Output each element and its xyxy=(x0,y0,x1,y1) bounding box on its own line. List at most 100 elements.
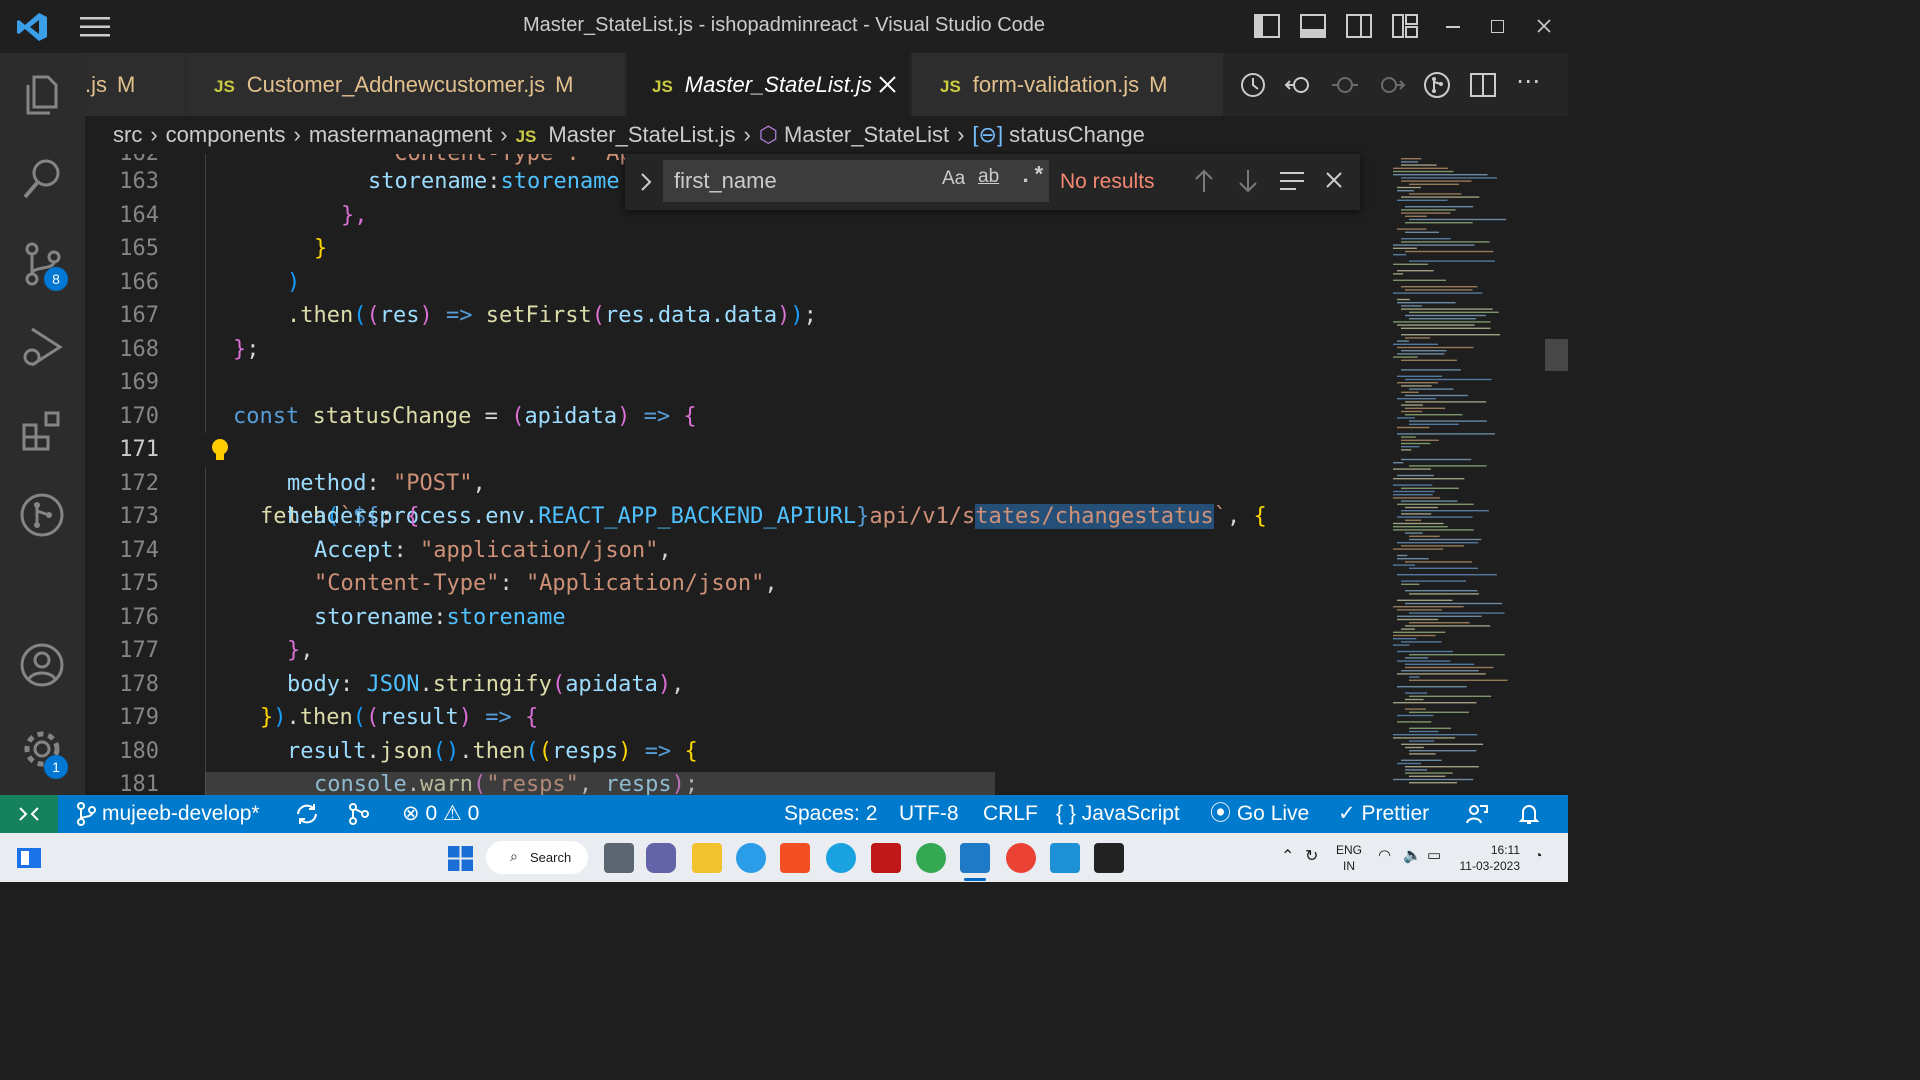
problems-indicator[interactable]: ⊗ 0 ⚠ 0 xyxy=(402,795,479,833)
taskbar-search-label: Search xyxy=(530,850,572,865)
vscode-taskbar-icon[interactable] xyxy=(960,843,990,873)
go-back-icon[interactable] xyxy=(1284,70,1314,100)
account-icon[interactable] xyxy=(18,641,66,689)
warning-icon: ⚠ xyxy=(442,802,462,825)
git-graph-status-icon[interactable] xyxy=(347,802,371,826)
close-find-icon[interactable] xyxy=(1325,171,1343,189)
breadcrumb-symbol[interactable]: statusChange xyxy=(1009,122,1145,147)
breadcrumb-mastermanagment[interactable]: mastermanagment xyxy=(309,122,492,147)
error-count: 0 xyxy=(425,802,438,825)
tab-master-statelist[interactable]: JS Master_StateList.js xyxy=(627,53,911,116)
wifi-icon[interactable]: ◠ xyxy=(1378,846,1391,864)
code-line-170: 170 const statusChange = (apidata) => { xyxy=(119,404,697,429)
whole-word-button[interactable]: ab xyxy=(978,166,999,188)
input-language-indicator[interactable]: ENG IN xyxy=(1336,842,1362,874)
indentation-indicator[interactable]: Spaces: 2 xyxy=(784,795,877,833)
code-line-180: 180 result.json().then((resps) => { xyxy=(119,739,698,764)
close-window-button[interactable] xyxy=(1537,19,1551,33)
microsoft-store-icon[interactable] xyxy=(780,843,810,873)
window-title: Master_StateList.js - ishopadminreact - … xyxy=(522,14,1046,36)
tab-customer-addnewcustomer[interactable]: JS Customer_Addnewcustomer.js M xyxy=(186,53,626,116)
split-editor-icon[interactable] xyxy=(1468,70,1498,100)
customize-layout-icon[interactable] xyxy=(1391,12,1419,40)
match-case-button[interactable]: Aa xyxy=(942,168,965,190)
region-code: IN xyxy=(1343,859,1355,873)
notifications-bell-icon[interactable] xyxy=(1517,802,1541,826)
git-graph-icon[interactable] xyxy=(18,491,66,539)
edge-browser-icon[interactable] xyxy=(736,843,766,873)
go-live-button[interactable]: ⦿ Go Live xyxy=(1210,795,1309,833)
tab-js[interactable]: .js M xyxy=(85,53,186,116)
breadcrumb-components[interactable]: components xyxy=(166,122,286,147)
code-line-179: 179}).then((result) => { xyxy=(119,705,539,730)
remote-indicator[interactable] xyxy=(0,795,58,833)
activity-bar: 8 1 xyxy=(0,53,85,795)
breadcrumb-component[interactable]: Master_StateList xyxy=(784,122,949,147)
sync-tray-icon[interactable]: ↻ xyxy=(1305,846,1318,866)
broadcast-icon: ⦿ xyxy=(1210,802,1231,825)
clock[interactable]: 16:11 11-03-2023 xyxy=(1458,842,1521,874)
language-indicator[interactable]: { } JavaScript xyxy=(1056,795,1180,833)
run-debug-icon[interactable] xyxy=(18,323,66,371)
toggle-panel-icon[interactable] xyxy=(1299,12,1327,40)
braces-icon: { } xyxy=(1056,802,1076,825)
breadcrumb-src[interactable]: src xyxy=(113,122,142,147)
battery-icon[interactable]: ▭ xyxy=(1427,846,1441,864)
find-result-text: No results xyxy=(1060,170,1155,193)
toggle-replace-chevron-icon[interactable] xyxy=(639,172,653,192)
regex-button[interactable]: .* xyxy=(1019,164,1045,189)
branch-indicator[interactable]: mujeeb-develop* xyxy=(76,795,260,833)
search-icon[interactable] xyxy=(18,155,66,203)
chrome-canary-icon[interactable] xyxy=(826,843,856,873)
editor-tabs: .js M JS Customer_Addnewcustomer.js M JS Mas… xyxy=(85,53,1568,116)
more-actions-icon[interactable]: ⋯ xyxy=(1516,67,1540,95)
code-line-174: 174 Accept: "application/json", xyxy=(119,538,672,563)
code-line-171: 171 fetch(`${process.env.REACT_APP_BACKE… xyxy=(85,433,1385,529)
find-in-selection-icon[interactable] xyxy=(1278,170,1306,192)
lightbulb-icon[interactable] xyxy=(209,437,231,463)
teams-chat-icon[interactable] xyxy=(646,843,676,873)
horizontal-scrollbar[interactable] xyxy=(205,772,995,795)
toggle-primary-sidebar-icon[interactable] xyxy=(1253,12,1281,40)
git-branch-icon xyxy=(77,802,96,827)
desktop-app-icon[interactable] xyxy=(16,845,42,871)
eol-indicator[interactable]: CRLF xyxy=(983,795,1038,833)
language-code: ENG xyxy=(1336,843,1363,857)
extensions-icon[interactable] xyxy=(18,407,66,455)
volume-muted-icon[interactable]: 🔈 xyxy=(1403,846,1422,864)
encoding-indicator[interactable]: UTF-8 xyxy=(899,795,959,833)
git-compare-icon[interactable] xyxy=(1422,70,1452,100)
file-explorer-icon[interactable] xyxy=(692,843,722,873)
previous-match-arrow-up-icon[interactable] xyxy=(1193,168,1215,194)
task-view-icon[interactable] xyxy=(604,843,634,873)
taskbar-search-box[interactable]: ⌕ Search xyxy=(486,841,588,874)
go-live-label: Go Live xyxy=(1236,802,1310,825)
sync-icon[interactable] xyxy=(294,802,320,826)
next-match-arrow-down-icon[interactable] xyxy=(1237,168,1259,194)
breadcrumb-file[interactable]: Master_StateList.js xyxy=(548,122,735,147)
windows-start-icon[interactable] xyxy=(448,846,473,871)
close-tab-icon[interactable] xyxy=(879,76,896,93)
chrome-icon[interactable] xyxy=(1006,843,1036,873)
show-hidden-icons-chevron-icon[interactable]: ⌃ xyxy=(1281,846,1294,866)
code-editor[interactable]: 162"Content-Type": "Application/json", 1… xyxy=(85,154,1385,795)
go-next-disabled-icon[interactable] xyxy=(1376,70,1406,100)
minimize-button[interactable] xyxy=(1446,26,1460,28)
notification-center-icon[interactable]: ◔ xyxy=(1534,847,1542,863)
feedback-icon[interactable] xyxy=(1465,802,1489,826)
mcafee-icon[interactable] xyxy=(871,843,901,873)
notepad-icon[interactable] xyxy=(1050,843,1080,873)
find-input[interactable]: first_name Aa ab .* xyxy=(663,160,1049,202)
vertical-scrollbar-thumb[interactable] xyxy=(1545,339,1568,371)
restore-button[interactable] xyxy=(1491,20,1504,33)
minimap[interactable] xyxy=(1385,154,1568,795)
tab-form-validation[interactable]: JS form-validation.js M xyxy=(912,53,1224,116)
files-icon[interactable] xyxy=(18,71,66,119)
terminal-icon[interactable] xyxy=(1094,843,1124,873)
chrome-profile-icon[interactable] xyxy=(916,843,946,873)
timeline-history-icon[interactable] xyxy=(1238,70,1268,100)
toggle-secondary-sidebar-icon[interactable] xyxy=(1345,12,1373,40)
go-forward-disabled-icon[interactable] xyxy=(1330,70,1360,100)
check-double-icon: ✓ xyxy=(1338,802,1356,825)
prettier-indicator[interactable]: ✓ Prettier xyxy=(1338,795,1429,833)
